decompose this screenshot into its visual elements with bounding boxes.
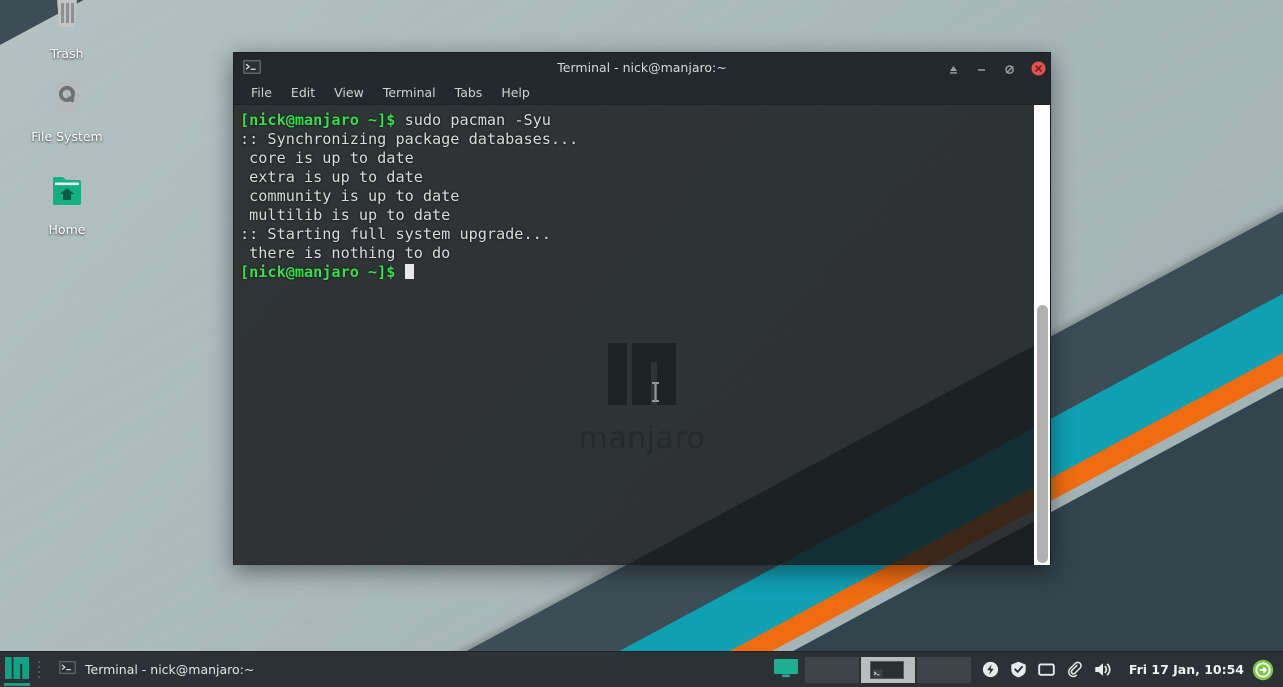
workspace-3[interactable] — [916, 656, 971, 683]
desktop-icon-label: Trash — [50, 46, 84, 61]
task-button-label: Terminal - nick@manjaro:~ — [85, 662, 255, 677]
terminal-line: :: Starting full system upgrade... — [240, 225, 1024, 244]
line-text: extra is up to date — [240, 168, 423, 186]
terminal-line: there is nothing to do — [240, 244, 1024, 263]
line-text: core is up to date — [240, 149, 414, 167]
terminal-line: core is up to date — [240, 149, 1024, 168]
line-text: sudo pacman -Syu — [395, 111, 551, 129]
terminal-line: multilib is up to date — [240, 206, 1024, 225]
text-cursor — [404, 264, 414, 279]
scrollbar-thumb[interactable] — [1037, 305, 1048, 563]
desktop-icon-trash[interactable]: Trash — [12, 0, 122, 61]
task-button-terminal[interactable]: Terminal - nick@manjaro:~ — [48, 656, 264, 684]
volume-icon[interactable] — [1094, 661, 1111, 678]
minimize-button[interactable] — [975, 61, 988, 74]
menu-file[interactable]: File — [244, 83, 279, 102]
terminal-line: [nick@manjaro ~]$ sudo pacman -Syu — [240, 111, 1024, 130]
manjaro-logo-icon — [5, 656, 29, 684]
desktop-icon-home[interactable]: Home — [12, 172, 122, 237]
panel-handle[interactable] — [34, 652, 44, 687]
display-icon[interactable] — [1038, 661, 1055, 678]
terminal-window[interactable]: Terminal - nick@manjaro:~ File Edit View… — [233, 52, 1051, 565]
desktop-icon-label: File System — [31, 129, 103, 144]
clock[interactable]: Fri 17 Jan, 10:54 — [1121, 662, 1252, 677]
workspace-2[interactable] — [860, 656, 915, 683]
terminal-line: extra is up to date — [240, 168, 1024, 187]
line-text: multilib is up to date — [240, 206, 451, 224]
titlebar[interactable]: Terminal - nick@manjaro:~ — [234, 53, 1050, 81]
power-manager-icon[interactable] — [982, 661, 999, 678]
shell-prompt: [nick@manjaro ~]$ — [240, 111, 396, 129]
shade-button[interactable] — [947, 61, 960, 74]
maximize-button[interactable] — [1003, 61, 1016, 74]
terminal-icon — [872, 663, 883, 677]
terminal-icon — [242, 59, 262, 75]
line-text: :: Synchronizing package databases... — [240, 130, 579, 148]
menu-edit[interactable]: Edit — [284, 83, 322, 102]
workspace-1[interactable] — [804, 656, 859, 683]
harddisk-icon — [12, 79, 122, 125]
terminal-line: [nick@manjaro ~]$ — [240, 263, 1024, 282]
desktop[interactable]: Trash File System Home Terminal - nick@m… — [0, 0, 1283, 687]
terminal-body[interactable]: manjaro [nick@manjaro ~]$ sudo pacman -S… — [234, 105, 1050, 565]
terminal-line: :: Synchronizing package databases... — [240, 130, 1024, 149]
menubar[interactable]: File Edit View Terminal Tabs Help — [234, 81, 1050, 105]
menu-tabs[interactable]: Tabs — [448, 83, 490, 102]
line-text: community is up to date — [240, 187, 460, 205]
active-launcher-underline — [4, 682, 30, 686]
show-desktop-icon — [773, 658, 799, 682]
desktop-icon-file-system[interactable]: File System — [12, 79, 122, 144]
taskbar-panel[interactable]: Terminal - nick@manjaro:~ Fri 17 Jan, 10… — [0, 651, 1283, 687]
terminal-scrollbar[interactable] — [1034, 105, 1050, 565]
trash-icon — [12, 0, 122, 42]
clipboard-icon[interactable] — [1066, 661, 1083, 678]
line-text: there is nothing to do — [240, 244, 451, 262]
close-button[interactable] — [1031, 61, 1046, 75]
manjaro-menu-button[interactable] — [0, 652, 34, 687]
line-text — [395, 263, 404, 281]
menu-view[interactable]: View — [327, 83, 371, 102]
workspace-pager[interactable] — [804, 652, 972, 687]
security-shield-icon[interactable] — [1010, 661, 1027, 678]
home-folder-icon — [12, 172, 122, 218]
terminal-icon — [58, 660, 77, 679]
show-desktop-button[interactable] — [768, 652, 804, 687]
desktop-icon-label: Home — [48, 222, 86, 237]
shell-prompt: [nick@manjaro ~]$ — [240, 263, 396, 281]
system-tray[interactable] — [972, 661, 1121, 678]
menu-help[interactable]: Help — [494, 83, 537, 102]
menu-terminal[interactable]: Terminal — [376, 83, 443, 102]
window-buttons — [947, 53, 1046, 81]
logout-button[interactable] — [1252, 659, 1274, 681]
window-title: Terminal - nick@manjaro:~ — [557, 59, 727, 75]
terminal-output: [nick@manjaro ~]$ sudo pacman -Syu:: Syn… — [240, 111, 1024, 282]
logout-icon — [1252, 659, 1274, 685]
terminal-line: community is up to date — [240, 187, 1024, 206]
line-text: :: Starting full system upgrade... — [240, 225, 551, 243]
